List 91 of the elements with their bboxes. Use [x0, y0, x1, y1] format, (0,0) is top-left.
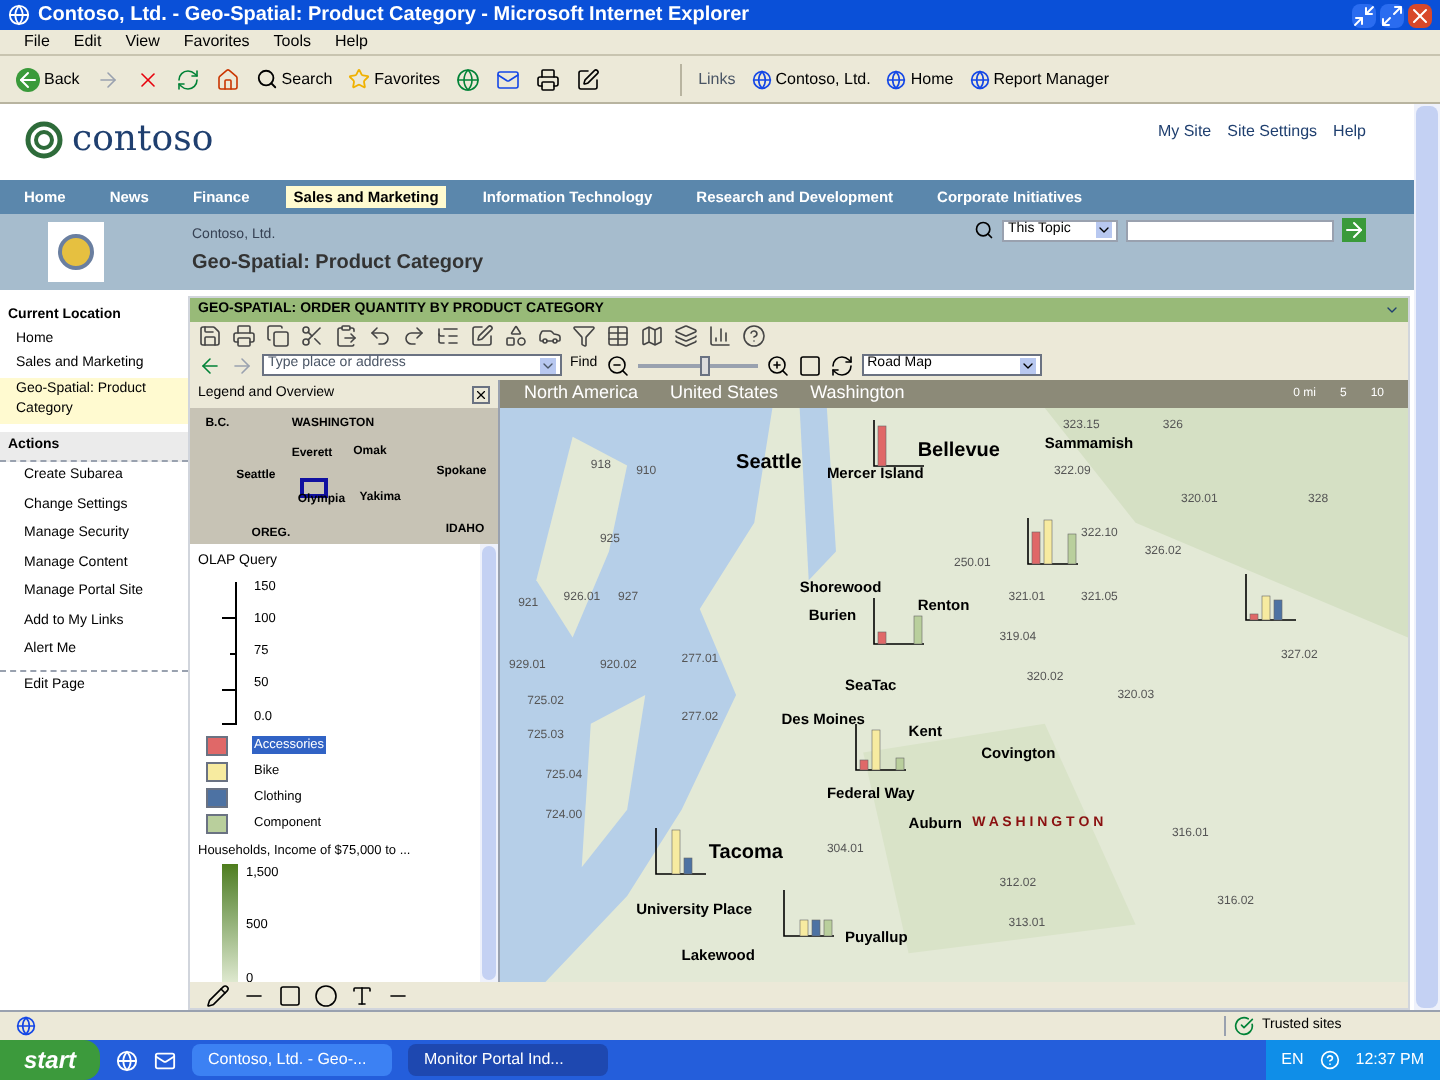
- pencil-icon[interactable]: [206, 983, 230, 1007]
- mini-bar-chart: [1244, 574, 1297, 623]
- maximize-icon[interactable]: [1380, 3, 1404, 27]
- list-icon[interactable]: [436, 324, 460, 348]
- top-link[interactable]: Help: [1333, 120, 1366, 144]
- logo-icon: [24, 120, 64, 160]
- page-scrollbar[interactable]: [1414, 104, 1440, 1010]
- circle-icon[interactable]: [314, 983, 338, 1007]
- top-link[interactable]: Site Settings: [1227, 120, 1318, 144]
- rotate-icon[interactable]: [829, 353, 854, 377]
- search-icon: [255, 68, 278, 90]
- top-link[interactable]: My Site: [1157, 120, 1212, 144]
- minimize-icon[interactable]: [1352, 3, 1376, 27]
- menu-item[interactable]: View: [125, 34, 160, 50]
- map-label: Seattle: [736, 453, 802, 474]
- clock: 12:37 PM: [1355, 1048, 1424, 1072]
- map-label: Tacoma: [708, 844, 783, 865]
- close-icon[interactable]: [472, 385, 490, 403]
- window-title: Contoso, Ltd. - Geo-Spatial: Product Category - Microsoft Internet Explorer: [38, 5, 750, 25]
- dropdown-arrow-icon: [1096, 222, 1112, 238]
- map-icon[interactable]: [640, 324, 664, 348]
- select-icon[interactable]: [797, 353, 822, 377]
- chart-icon[interactable]: [708, 324, 732, 348]
- menu-item[interactable]: Favorites: [183, 34, 250, 50]
- home-icon[interactable]: [215, 67, 240, 91]
- page-title: Geo-Spatial: Product Category: [192, 249, 484, 278]
- dropdown-arrow-icon: [540, 357, 556, 373]
- print-icon[interactable]: [536, 67, 561, 91]
- browser-icon: [8, 4, 30, 26]
- filter-icon[interactable]: [572, 324, 596, 348]
- dropdown-arrow-icon: [1019, 357, 1036, 373]
- globe-icon: [886, 69, 907, 89]
- star-icon: [348, 68, 371, 90]
- menu-item[interactable]: Edit: [73, 34, 102, 50]
- go-button[interactable]: [1342, 218, 1366, 242]
- link-item[interactable]: Report Manager: [969, 67, 1109, 91]
- undo-icon[interactable]: [368, 324, 392, 348]
- table-icon[interactable]: [606, 324, 630, 348]
- help-icon[interactable]: [742, 324, 766, 348]
- copy-icon[interactable]: [266, 324, 290, 348]
- menu-item[interactable]: Help: [334, 34, 368, 50]
- map-drawing[interactable]: [500, 408, 1408, 982]
- taskbar-button[interactable]: Contoso, Ltd. - Geo-...: [192, 1044, 393, 1076]
- mini-bar-chart: [781, 890, 834, 939]
- layers-icon[interactable]: [674, 324, 698, 348]
- zoom-out-icon[interactable]: [605, 353, 630, 377]
- text-icon[interactable]: [350, 983, 374, 1007]
- close-icon[interactable]: [1408, 3, 1432, 27]
- redo-icon[interactable]: [402, 324, 426, 348]
- favorites-button[interactable]: Favorites: [348, 67, 441, 91]
- paste-icon[interactable]: [334, 324, 358, 348]
- zoom-slider-thumb[interactable]: [699, 355, 710, 375]
- menu-item[interactable]: File: [24, 34, 50, 50]
- search-icon: [974, 220, 994, 240]
- links-label: Links: [698, 67, 736, 91]
- page-icon: [16, 1016, 36, 1036]
- mail-icon[interactable]: [496, 67, 521, 91]
- globe-icon: [751, 69, 772, 89]
- refresh-icon[interactable]: [175, 67, 200, 91]
- quick-launch-icon[interactable]: [154, 1049, 177, 1071]
- menu-caret-icon[interactable]: [1384, 302, 1400, 318]
- map-label: Bellevue: [917, 442, 1000, 463]
- mini-bar-chart: [654, 827, 707, 875]
- save-icon[interactable]: [198, 324, 222, 348]
- back-icon[interactable]: [198, 353, 222, 377]
- edit-icon[interactable]: [576, 67, 601, 91]
- zoom-in-icon[interactable]: [765, 353, 790, 377]
- menu-item[interactable]: Tools: [273, 34, 311, 50]
- search-field[interactable]: [1126, 219, 1334, 241]
- start-button[interactable]: start: [0, 1040, 101, 1080]
- scissors-icon[interactable]: [300, 324, 324, 348]
- page-icon: [48, 222, 104, 282]
- zone-icon: [1234, 1016, 1254, 1036]
- globe-icon: [969, 69, 990, 89]
- mini-bar-chart: [854, 723, 907, 772]
- scrollbar[interactable]: [480, 544, 498, 982]
- quick-launch-icon[interactable]: [116, 1049, 139, 1071]
- logo-text: contoso: [72, 122, 214, 158]
- search-button[interactable]: Search: [255, 67, 333, 91]
- stop-icon[interactable]: [135, 67, 160, 91]
- edit-icon[interactable]: [470, 324, 494, 348]
- mini-bar-chart: [1026, 517, 1079, 566]
- link-item[interactable]: Contoso, Ltd.: [751, 67, 871, 91]
- history-icon[interactable]: [456, 67, 481, 91]
- link-item[interactable]: Home: [886, 67, 954, 91]
- rectangle-icon[interactable]: [278, 983, 302, 1007]
- car-icon[interactable]: [538, 324, 562, 348]
- print-icon[interactable]: [232, 324, 256, 348]
- back-button[interactable]: Back: [16, 67, 80, 91]
- shapes-icon[interactable]: [504, 324, 528, 348]
- taskbar-button[interactable]: Monitor Portal Ind...: [408, 1044, 609, 1076]
